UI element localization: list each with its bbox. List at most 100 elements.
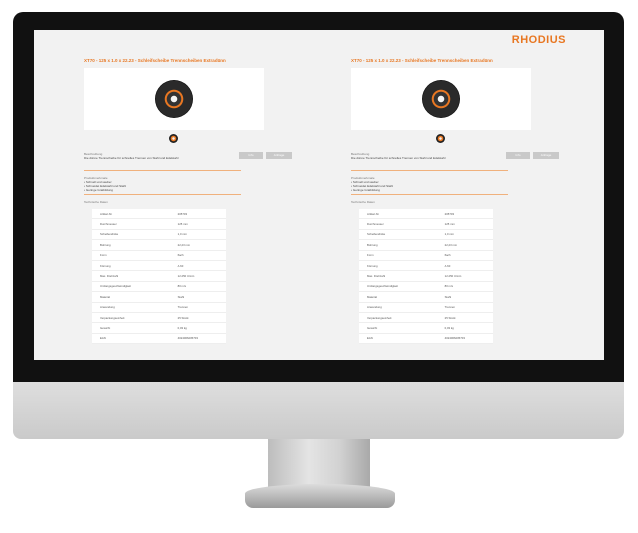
spec-key: Gewicht — [92, 322, 170, 334]
table-row: Scheibendicke 1,0 mm — [359, 229, 493, 241]
request-button[interactable]: Anfrage — [533, 152, 559, 159]
spec-value: 0,03 kg — [436, 322, 493, 334]
spec-value: 80 m/s — [169, 281, 226, 293]
spec-value: Trennen — [436, 302, 493, 313]
product-thumbnail[interactable] — [436, 134, 445, 143]
list-item: Geringe Gratbildung — [351, 188, 601, 192]
spec-value: A 60 — [169, 260, 226, 272]
table-row: Anwendung Trennen — [359, 302, 493, 313]
spec-key: Gewicht — [359, 322, 437, 334]
cutting-disc-image — [422, 80, 460, 118]
spec-key: EAN — [359, 333, 437, 345]
table-row: Form flach — [359, 250, 493, 261]
table-row: Körnung A 60 — [359, 260, 493, 272]
table-row: Material Stahl — [92, 291, 226, 303]
spec-value: Stahl — [436, 291, 493, 303]
monitor-chin — [13, 382, 624, 439]
info-button[interactable]: Info — [506, 152, 530, 159]
table-row: Durchmesser 125 mm — [92, 218, 226, 230]
spec-key: Scheibendicke — [359, 229, 437, 241]
table-row: Gewicht 0,03 kg — [92, 322, 226, 334]
screen: RHODIUS XT70 - 125 x 1.0 x 22.23 - Schle… — [34, 30, 604, 360]
monitor-stand-base — [245, 484, 395, 508]
spec-value: flach — [436, 250, 493, 261]
spec-value: 1,0 mm — [436, 229, 493, 241]
spec-value: 25 Stück — [436, 312, 493, 324]
features-list: Schnell und sauber Schneidet Edelstahl u… — [84, 180, 334, 192]
table-row: Material Stahl — [359, 291, 493, 303]
spec-value: flach — [169, 250, 226, 261]
spec-key: Max. Drehzahl — [92, 270, 170, 282]
spec-key: Material — [92, 291, 170, 303]
brand-logo[interactable]: RHODIUS — [512, 34, 566, 46]
specs-label: Technische Daten — [351, 200, 375, 204]
spec-table: Artikel-Nr. 205703 Durchmesser 125 mm Sche… — [359, 209, 493, 345]
description-text: Die dünne Trennscheibe für schnelles Tre… — [351, 156, 446, 160]
product-image-box — [84, 68, 264, 130]
table-row: Artikel-Nr. 205703 — [359, 209, 493, 220]
product-thumbnail[interactable] — [169, 134, 178, 143]
spec-value: 12.250 U/min — [169, 270, 226, 282]
request-button[interactable]: Anfrage — [266, 152, 292, 159]
spec-key: Material — [359, 291, 437, 303]
spec-value: 22,23 mm — [169, 239, 226, 251]
table-row: Körnung A 60 — [92, 260, 226, 272]
divider — [84, 170, 241, 171]
spec-value: 0,03 kg — [169, 322, 226, 334]
specs-label: Technische Daten — [84, 200, 108, 204]
spec-key: Bohrung — [92, 239, 170, 251]
table-row: Form flach — [92, 250, 226, 261]
product-title: XT70 - 125 x 1.0 x 22.23 - Schleifscheib… — [351, 58, 493, 63]
spec-value: 205703 — [436, 209, 493, 220]
spec-key: Anwendung — [92, 302, 170, 313]
spec-value: 22,23 mm — [436, 239, 493, 251]
spec-value: 12.250 U/min — [436, 270, 493, 282]
divider — [351, 170, 508, 171]
table-row: Max. Drehzahl 12.250 U/min — [359, 270, 493, 282]
spec-value: 80 m/s — [436, 281, 493, 293]
spec-key: Körnung — [92, 260, 170, 272]
product-title: XT70 - 125 x 1.0 x 22.23 - Schleifscheib… — [84, 58, 226, 63]
spec-value: 125 mm — [169, 218, 226, 230]
table-row: EAN 4024006205703 — [359, 333, 493, 345]
spec-key: EAN — [92, 333, 170, 345]
spec-value: 4024006205703 — [169, 333, 226, 345]
table-row: EAN 4024006205703 — [92, 333, 226, 345]
table-row: Verpackungseinheit 25 Stück — [359, 312, 493, 324]
product-panel-right: XT70 - 125 x 1.0 x 22.23 - Schleifscheib… — [351, 58, 601, 345]
info-button[interactable]: Info — [239, 152, 263, 159]
spec-key: Umfangsgeschwindigkeit — [359, 281, 437, 293]
spec-key: Verpackungseinheit — [359, 312, 437, 324]
spec-value: 125 mm — [436, 218, 493, 230]
spec-key: Artikel-Nr. — [92, 209, 170, 220]
table-row: Artikel-Nr. 205703 — [92, 209, 226, 220]
cutting-disc-image — [155, 80, 193, 118]
table-row: Umfangsgeschwindigkeit 80 m/s — [92, 281, 226, 293]
table-row: Max. Drehzahl 12.250 U/min — [92, 270, 226, 282]
table-row: Durchmesser 125 mm — [359, 218, 493, 230]
spec-table: Artikel-Nr. 205703 Durchmesser 125 mm Sche… — [92, 209, 226, 345]
divider — [84, 194, 241, 195]
spec-value: 4024006205703 — [436, 333, 493, 345]
spec-value: A 60 — [436, 260, 493, 272]
spec-key: Bohrung — [359, 239, 437, 251]
spec-key: Scheibendicke — [92, 229, 170, 241]
features-list: Schnell und sauber Schneidet Edelstahl u… — [351, 180, 601, 192]
table-row: Umfangsgeschwindigkeit 80 m/s — [359, 281, 493, 293]
table-row: Anwendung Trennen — [92, 302, 226, 313]
table-row: Bohrung 22,23 mm — [92, 239, 226, 251]
spec-key: Körnung — [359, 260, 437, 272]
description-text: Die dünne Trennscheibe für schnelles Tre… — [84, 156, 179, 160]
spec-value: Trennen — [169, 302, 226, 313]
divider — [351, 194, 508, 195]
product-panel-left: XT70 - 125 x 1.0 x 22.23 - Schleifscheib… — [84, 58, 334, 345]
product-image-box — [351, 68, 531, 130]
list-item: Geringe Gratbildung — [84, 188, 334, 192]
table-row: Verpackungseinheit 25 Stück — [92, 312, 226, 324]
spec-value: 1,0 mm — [169, 229, 226, 241]
spec-key: Form — [92, 250, 170, 261]
spec-value: 25 Stück — [169, 312, 226, 324]
spec-key: Anwendung — [359, 302, 437, 313]
spec-key: Durchmesser — [359, 218, 437, 230]
spec-value: Stahl — [169, 291, 226, 303]
